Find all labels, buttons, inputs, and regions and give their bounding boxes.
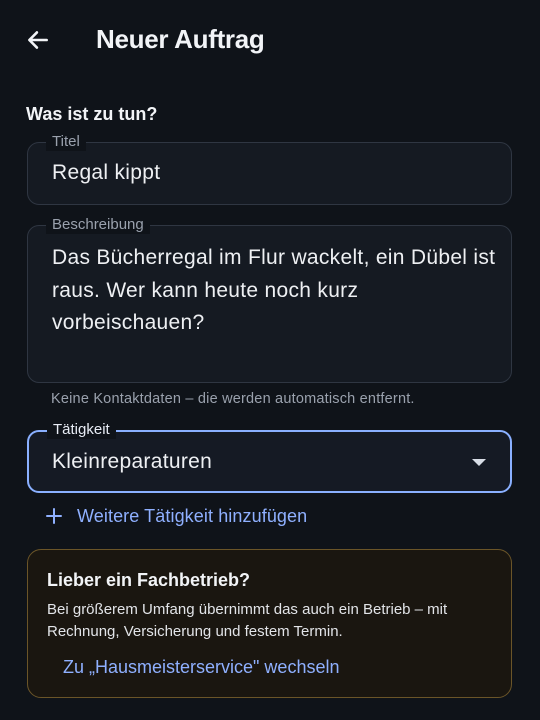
new-order-screen: Neuer Auftrag Was ist zu tun? Titel Rega… <box>0 0 540 720</box>
plus-icon <box>46 508 62 524</box>
description-field-label: Beschreibung <box>46 216 150 234</box>
activity-select-value[interactable]: Kleinreparaturen <box>52 450 212 474</box>
top-app-bar: Neuer Auftrag <box>0 0 540 78</box>
description-hint: Keine Kontaktdaten – die werden automati… <box>51 391 415 407</box>
add-activity-label: Weitere Tätigkeit hinzufügen <box>77 505 308 526</box>
specialist-info-card: Lieber ein Fachbetrieb? Bei größerem Umf… <box>27 549 512 698</box>
arrow-left-icon <box>28 31 48 49</box>
activity-select[interactable]: Tätigkeit Kleinreparaturen <box>27 421 512 493</box>
back-button[interactable] <box>18 20 58 60</box>
card-title: Lieber ein Fachbetrieb? <box>47 570 251 590</box>
activity-select-label: Tätigkeit <box>47 421 116 439</box>
dropdown-arrow-icon[interactable] <box>472 459 486 466</box>
description-field[interactable]: Beschreibung Das Bücherregal im Flur wac… <box>27 216 512 383</box>
add-activity-button[interactable]: Weitere Tätigkeit hinzufügen <box>44 503 307 529</box>
title-field-label: Titel <box>46 133 86 151</box>
title-field-value[interactable]: Regal kippt <box>52 161 160 185</box>
title-field[interactable]: Titel Regal kippt <box>27 133 512 205</box>
switch-to-caretaker-link[interactable]: Zu „Hausmeisterservice" wechseln <box>63 657 339 678</box>
section-heading: Was ist zu tun? <box>26 104 158 124</box>
page-title: Neuer Auftrag <box>96 24 265 54</box>
card-text: Bei größerem Umfang übernimmt das auch e… <box>47 601 448 640</box>
description-field-value[interactable]: Das Bücherregal im Flur wackelt, ein Düb… <box>52 242 502 340</box>
